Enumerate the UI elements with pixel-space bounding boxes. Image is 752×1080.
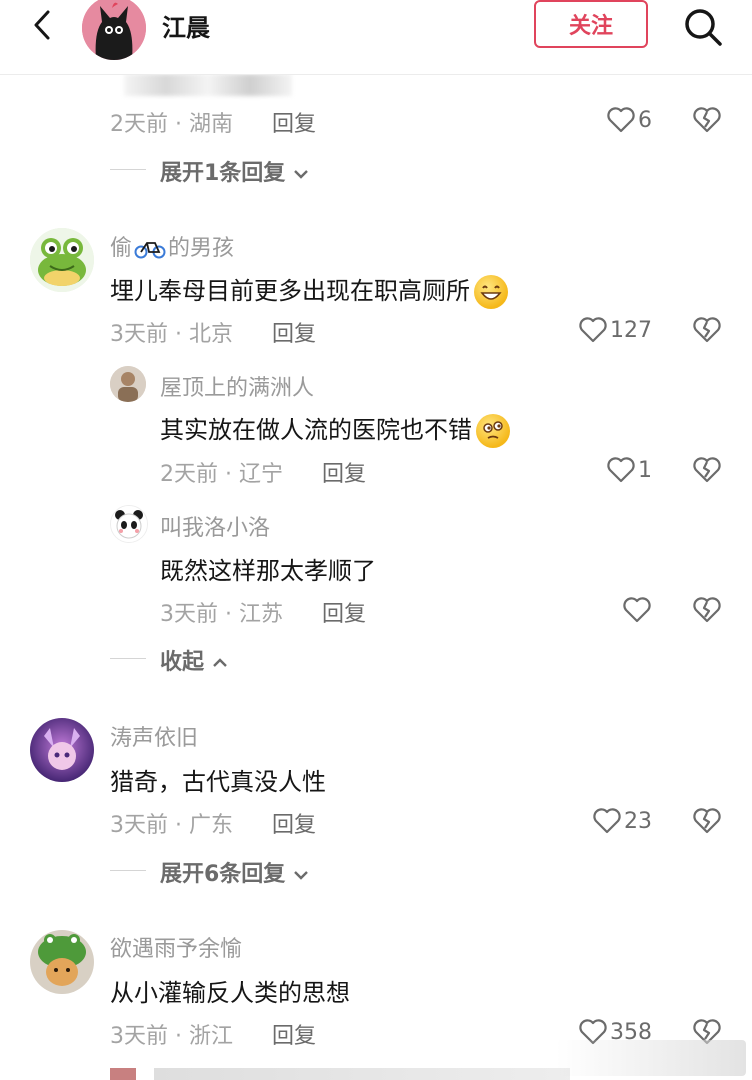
comment-meta: 2天前 · 湖南 [110,112,233,137]
frog-avatar-image [30,228,94,292]
avatar[interactable] [30,228,94,292]
like-count: 6 [638,107,652,133]
reply-button[interactable]: 回复 [272,1018,316,1050]
dislike-heart-icon[interactable] [692,596,722,624]
comment-text: 埋儿奉母目前更多出现在职高厕所 [110,271,508,309]
top-bar: 江晨 关注 [0,0,752,75]
chevron-left-icon[interactable] [26,8,60,42]
like-count: 23 [624,808,652,834]
chevron-up-icon [212,658,227,667]
black-cat-avatar-image [82,0,146,60]
like-count: 1 [638,457,652,483]
avatar[interactable] [110,505,148,543]
reply-button[interactable]: 回复 [322,596,366,628]
comment-username[interactable]: 偷 的男孩 [110,230,234,262]
expand-label: 展开6条回复 [160,862,286,887]
expand-replies-button[interactable]: 展开6条回复 [160,856,309,888]
comment-text: 猎奇，古代真没人性 [110,768,326,796]
dislike-heart-icon[interactable] [692,316,722,344]
expand-replies-button[interactable]: 展开1条回复 [160,155,309,187]
heart-icon [607,457,635,483]
reply-button[interactable]: 回复 [272,106,316,138]
heart-icon [623,597,651,623]
avatar[interactable] [110,366,146,402]
heart-icon [593,808,621,834]
reply-meta: 2天前 · 辽宁 [160,462,283,487]
thinking-emoji-icon [476,414,510,448]
anime-avatar-image [30,718,94,782]
username-part: 偷 [110,236,133,261]
comment-body: 埋儿奉母目前更多出现在职高厕所 [110,277,470,305]
reply-button[interactable]: 回复 [322,456,366,488]
collapse-label: 收起 [160,650,205,675]
panda-avatar-image [111,506,147,542]
reply-button[interactable]: 回复 [272,807,316,839]
reply-text: 既然这样那太孝顺了 [160,557,376,585]
reply-button[interactable]: 回复 [272,316,316,348]
reply-meta: 3天前 · 江苏 [160,602,283,627]
collapse-replies-button[interactable]: 收起 [160,644,228,676]
comment-meta: 3天前 · 广东 [110,813,233,838]
like-button[interactable]: 127 [560,314,652,346]
reply-username[interactable]: 叫我洛小洛 [160,510,270,542]
comment-username[interactable]: 涛声依旧 [110,720,198,752]
avatar[interactable] [30,930,94,994]
divider [110,870,146,871]
search-icon[interactable] [682,6,724,48]
page-title: 江晨 [162,14,210,42]
heart-icon [579,317,607,343]
chevron-down-icon [294,170,308,179]
watermark-logo [556,1040,746,1076]
heart-icon [607,107,635,133]
cut-off-next-item [110,1068,570,1080]
divider [110,169,146,170]
follow-button[interactable]: 关注 [534,0,648,48]
reply-body: 其实放在做人流的医院也不错 [160,416,472,444]
cropped-image-fragment [124,74,292,96]
like-button[interactable]: 23 [570,805,652,837]
comment-meta: 3天前 · 浙江 [110,1024,233,1049]
comment-text: 从小灌输反人类的思想 [110,979,350,1007]
dislike-heart-icon[interactable] [692,456,722,484]
bicycle-icon [134,242,166,259]
avatar[interactable] [82,0,146,60]
like-button[interactable]: 6 [580,104,652,136]
avatar[interactable] [30,718,94,782]
like-count: 127 [610,317,652,343]
comment-username[interactable]: 欲遇雨予余愉 [110,931,242,963]
cat-in-frog-hat-avatar-image [30,930,94,994]
dislike-heart-icon[interactable] [692,807,722,835]
expand-label: 展开1条回复 [160,161,286,186]
comment-meta: 3天前 · 北京 [110,322,233,347]
grin-emoji-icon [474,275,508,309]
like-button[interactable]: 1 [580,454,652,486]
dislike-heart-icon[interactable] [692,106,722,134]
divider [110,658,146,659]
reply-username[interactable]: 屋顶上的满洲人 [160,370,314,402]
chevron-down-icon [294,871,308,880]
photo-avatar-image [110,366,146,402]
like-button[interactable] [600,594,652,626]
reply-text: 其实放在做人流的医院也不错 [160,410,510,448]
username-part: 的男孩 [168,236,235,261]
